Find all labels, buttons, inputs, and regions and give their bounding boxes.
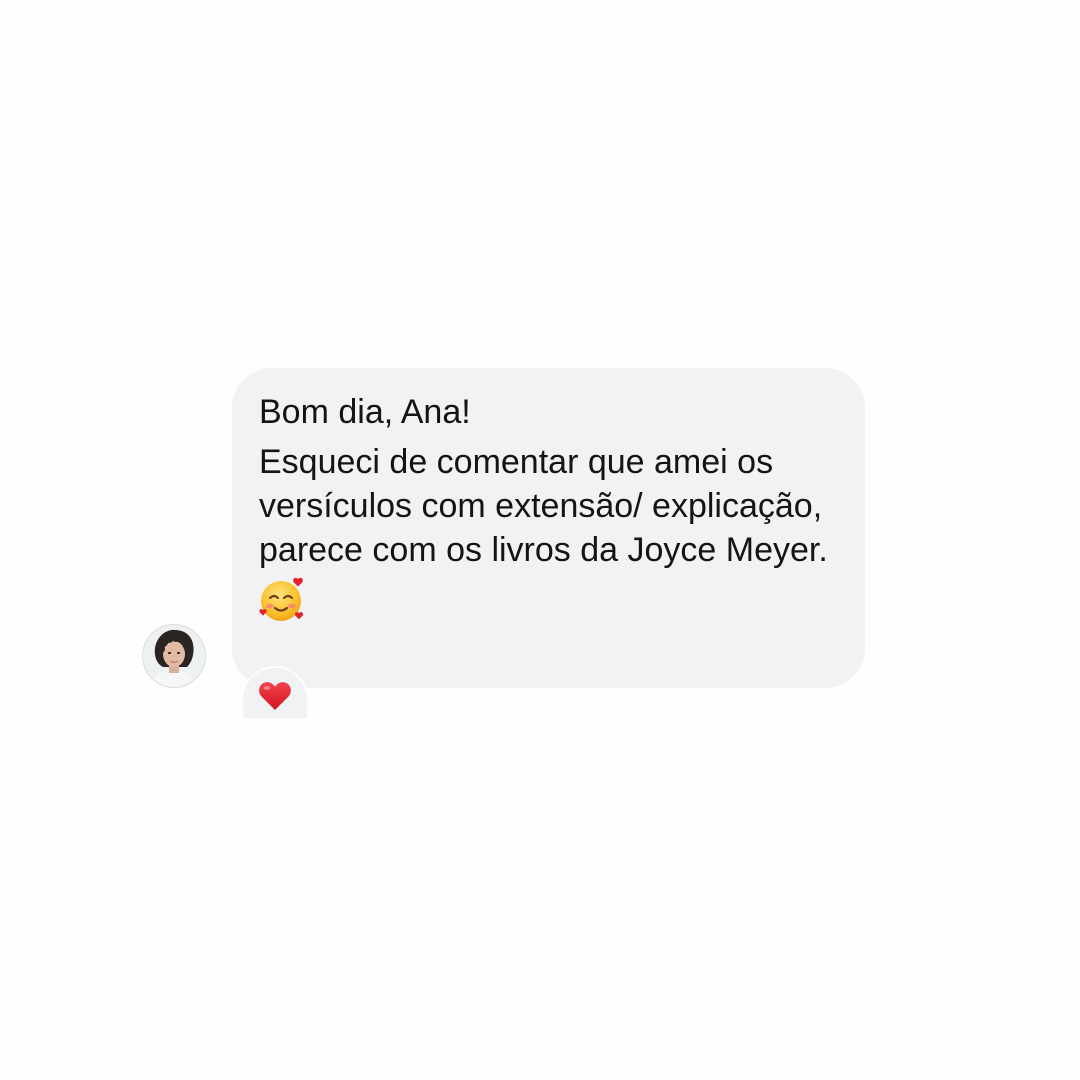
smiling-face-with-hearts-icon [259,577,307,623]
message-greeting: Bom dia, Ana! [259,393,471,431]
message-text: Esqueci de comentar que amei os versícul… [259,443,828,569]
red-heart-icon [258,681,292,711]
chat-view: Bom dia, Ana! Esqueci de comentar que am… [0,0,1080,1080]
message-bubble[interactable]: Bom dia, Ana! Esqueci de comentar que am… [232,368,865,688]
avatar-portrait-icon [143,625,205,687]
sender-avatar[interactable] [143,625,205,687]
